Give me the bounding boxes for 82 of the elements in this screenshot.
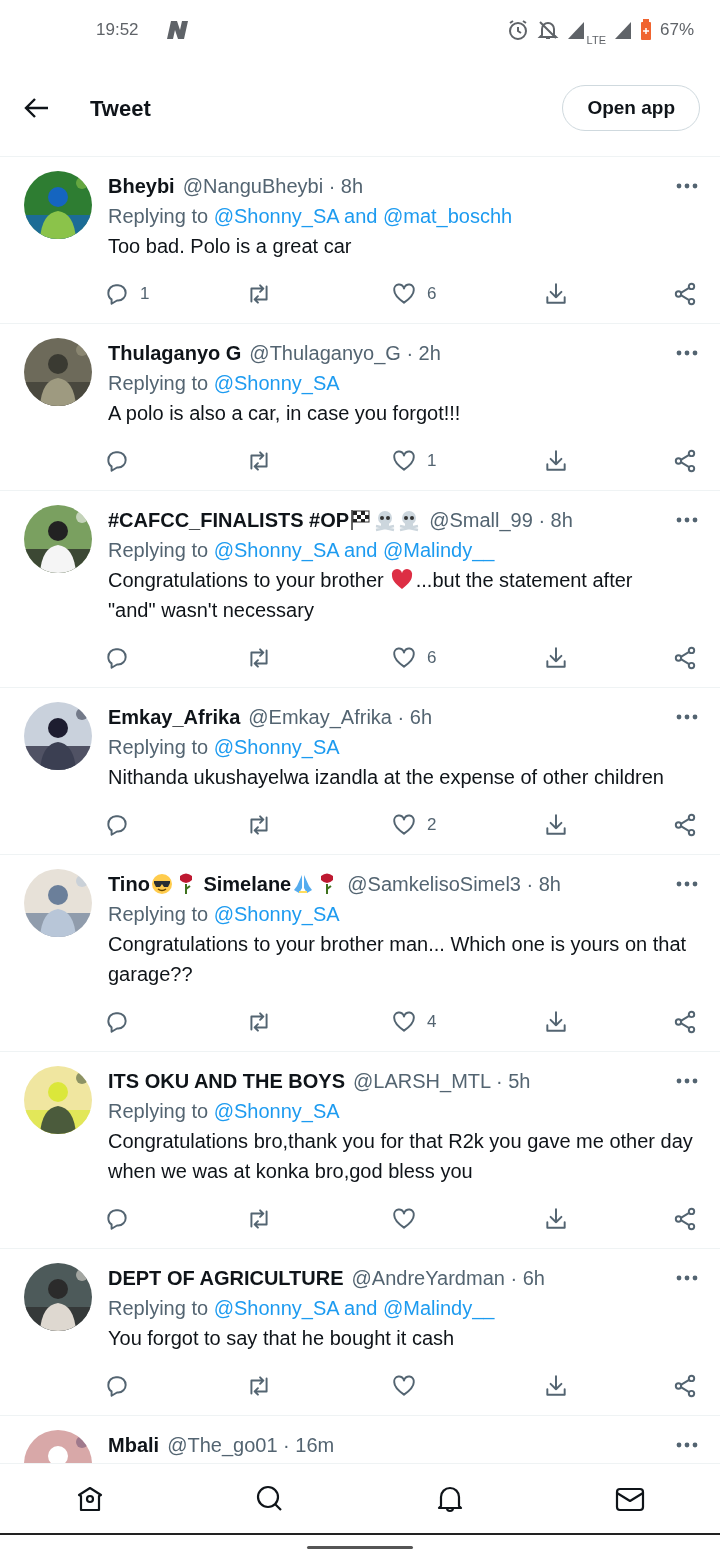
tweet-text: Nithanda ukushayelwa izandla at the expense of other children <box>108 765 665 790</box>
handle-and-time: @AndreYardman · 6h <box>351 1266 545 1291</box>
user-name: #CAFCC_FINALISTS #OP <box>108 508 350 533</box>
user-name: Bheybi <box>108 174 175 199</box>
tweet-text: "and" wasn't necessary <box>108 598 314 623</box>
more-options-icon[interactable] <box>676 1442 698 1448</box>
replying-to-label: Replying to <box>108 736 210 758</box>
handle-and-time: @Thulaganyo_G · 2h <box>249 341 441 367</box>
user-name: Mbali <box>108 1433 160 1458</box>
tweet-text: Congratulations to your brother <box>108 568 384 593</box>
tweet-text: Too bad. Polo is a great car <box>108 234 353 259</box>
handle-and-time: @Small_99 · 8h <box>429 508 573 534</box>
share-icon[interactable] <box>672 1009 698 1035</box>
more-options-icon[interactable] <box>676 517 698 523</box>
mention-link[interactable]: @Shonny_SA and @Malindy__ <box>213 1297 495 1319</box>
page-title: Tweet <box>90 94 151 123</box>
share-icon[interactable] <box>672 1373 698 1399</box>
like-count: 4 <box>427 1011 437 1034</box>
tweet-text: Congratulations bro,thank you for that R2k you gave me other day when we was at konka bro,god bless you <box>108 1129 694 1184</box>
tweet-text: Congratulations to your brother man... Which one is yours on that garage?? <box>108 932 688 987</box>
more-options-icon[interactable] <box>676 1078 698 1084</box>
handle-and-time: @SamkelisoSimel3 · 8h <box>347 872 561 897</box>
more-options-icon[interactable] <box>676 1275 698 1281</box>
replying-to-label: Replying to <box>108 903 210 925</box>
back-arrow-icon[interactable] <box>24 97 50 119</box>
reply-icon[interactable] <box>104 1206 130 1232</box>
share-icon[interactable] <box>672 645 698 671</box>
handle-and-time: @The_go01 · 16m <box>167 1433 335 1459</box>
mention-link[interactable]: @Shonny_SA and @mat_boschh <box>213 205 513 227</box>
alarm-icon <box>506 19 529 41</box>
battery-icon <box>639 19 652 41</box>
more-options-icon[interactable] <box>676 350 698 356</box>
mention-link[interactable]: @Shonny_SA <box>213 736 340 758</box>
mention-link[interactable]: @Shonny_SA <box>213 903 340 925</box>
reply-count: 1 <box>140 283 150 306</box>
more-options-icon[interactable] <box>676 714 698 720</box>
reply-icon[interactable] <box>104 1373 130 1399</box>
signal-icon <box>613 20 632 40</box>
like-count: 2 <box>427 814 437 837</box>
tweet-text: A polo is also a car, in case you forgot!!! <box>108 401 462 426</box>
mention-link[interactable]: @Shonny_SA and @Malindy__ <box>213 539 495 561</box>
user-name: Thulaganyo G <box>108 341 242 366</box>
replying-to-label: Replying to <box>108 372 210 394</box>
share-icon[interactable] <box>672 448 698 474</box>
handle-and-time: @LARSH_MTL · 5h <box>353 1069 531 1095</box>
tweet-text: ...but the statement after <box>415 568 633 593</box>
signal-icon <box>566 20 585 40</box>
reply-icon[interactable] <box>104 281 130 307</box>
mention-link[interactable]: @Shonny_SA <box>213 1100 340 1122</box>
reply-icon[interactable] <box>104 812 130 838</box>
network-type: LTE <box>586 34 606 46</box>
sunglasses-face-icon <box>149 872 174 896</box>
like-count: 6 <box>427 647 437 670</box>
reply-icon[interactable] <box>104 1009 130 1035</box>
battery-level: 67% <box>659 19 694 42</box>
more-options-icon[interactable] <box>676 183 698 189</box>
share-icon[interactable] <box>672 812 698 838</box>
user-name: Tino <box>108 872 150 897</box>
bell-off-icon <box>536 19 559 41</box>
mention-link[interactable]: @Shonny_SA <box>213 372 340 394</box>
heart-icon <box>389 568 414 592</box>
n-logo-icon <box>166 21 189 39</box>
replying-to-label: Replying to <box>108 1297 210 1319</box>
like-count: 1 <box>427 450 437 473</box>
share-icon[interactable] <box>672 281 698 307</box>
replying-to-label: Replying to <box>108 539 210 561</box>
reply-icon[interactable] <box>104 645 130 671</box>
replying-to-label: Replying to <box>108 205 210 227</box>
clock-time: 19:52 <box>96 19 139 42</box>
user-name: DEPT OF AGRICULTURE <box>108 1266 344 1291</box>
user-name: ITS OKU AND THE BOYS <box>108 1069 346 1094</box>
user-name: Simelane <box>202 872 292 897</box>
like-count: 6 <box>427 283 437 306</box>
handle-and-time: @NanguBheybi · 8h <box>182 174 364 199</box>
handle-and-time: @Emkay_Afrika · 6h <box>248 705 432 731</box>
user-name: Emkay_Afrika <box>108 705 241 730</box>
open-app-button[interactable]: Open app <box>562 84 700 132</box>
share-icon[interactable] <box>672 1206 698 1232</box>
replying-to-label: Replying to <box>108 1100 210 1122</box>
more-options-icon[interactable] <box>676 881 698 887</box>
reply-icon[interactable] <box>104 448 130 474</box>
tweet-text: You forgot to say that he bought it cash <box>108 1326 456 1351</box>
